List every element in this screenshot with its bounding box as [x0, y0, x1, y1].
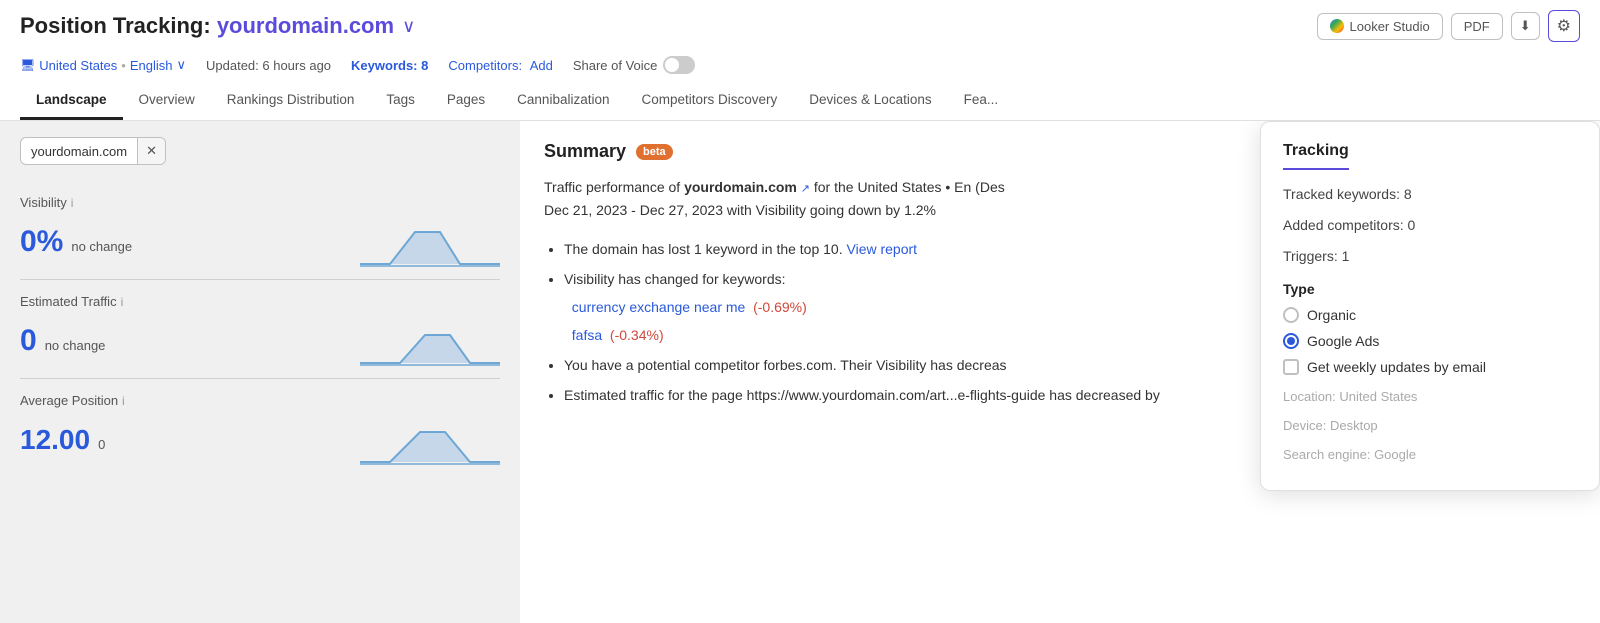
monitor-icon: 🖥 — [20, 58, 35, 72]
device-input: Device: Desktop — [1283, 414, 1577, 437]
tabs-row: Landscape Overview Rankings Distribution… — [20, 84, 1580, 120]
meta-row: 🖥 United States • English ∨ Updated: 6 h… — [20, 50, 1580, 84]
avg-position-change: 0 — [98, 437, 105, 452]
add-competitor-link[interactable]: Add — [530, 58, 553, 73]
beta-badge: beta — [636, 144, 673, 160]
visibility-sparkline — [360, 214, 500, 269]
tab-landscape[interactable]: Landscape — [20, 84, 123, 120]
keywords-count: Keywords: 8 — [351, 58, 428, 73]
location-label: United States — [39, 58, 117, 73]
looker-studio-button[interactable]: Looker Studio — [1317, 13, 1443, 40]
tab-overview[interactable]: Overview — [123, 84, 211, 120]
tab-features[interactable]: Fea... — [948, 84, 1015, 120]
google-ads-label: Google Ads — [1307, 333, 1379, 349]
language-label: English — [130, 58, 173, 73]
google-ads-radio-btn[interactable] — [1283, 333, 1299, 349]
triggers-row: Triggers: 1 — [1283, 246, 1577, 267]
domain-filter: yourdomain.com ✕ — [20, 137, 166, 165]
separator: • — [121, 58, 126, 73]
keyword2-link[interactable]: fafsa — [572, 327, 602, 343]
location-input: Location: United States — [1283, 385, 1577, 408]
avg-position-metric: Average Position i 12.00 0 — [20, 379, 500, 477]
page-title: Position Tracking: yourdomain.com — [20, 13, 394, 39]
avg-position-sparkline — [360, 412, 500, 467]
tab-rankings-distribution[interactable]: Rankings Distribution — [211, 84, 371, 120]
visibility-metric: Visibility i 0% no change — [20, 181, 500, 280]
share-of-voice: Share of Voice — [573, 56, 696, 74]
filter-domain-label: yourdomain.com — [21, 139, 137, 164]
external-link-icon: ↗ — [801, 183, 810, 195]
email-updates-label: Get weekly updates by email — [1307, 359, 1486, 375]
tab-pages[interactable]: Pages — [431, 84, 501, 120]
location-chevron: ∨ — [176, 57, 186, 73]
export-button[interactable]: ⬇ — [1511, 12, 1540, 40]
avg-position-value: 12.00 0 — [20, 424, 105, 456]
settings-icon: ⚙ — [1557, 18, 1571, 35]
change2-value: (-0.34%) — [610, 327, 664, 343]
traffic-sparkline — [360, 313, 500, 368]
tracking-panel-title: Tracking — [1283, 142, 1349, 170]
organic-radio-row[interactable]: Organic — [1283, 307, 1577, 323]
change1-value: (-0.69%) — [753, 299, 807, 315]
tab-competitors-discovery[interactable]: Competitors Discovery — [625, 84, 793, 120]
looker-label: Looker Studio — [1350, 19, 1430, 34]
visibility-label: Visibility — [20, 195, 67, 210]
added-competitors-row: Added competitors: 0 — [1283, 215, 1577, 236]
visibility-info-icon[interactable]: i — [71, 196, 74, 210]
type-section-title: Type — [1283, 281, 1577, 297]
right-panel: Summary beta Traffic performance of your… — [520, 121, 1600, 623]
tracked-keywords-row: Tracked keywords: 8 — [1283, 184, 1577, 205]
filter-close-button[interactable]: ✕ — [137, 138, 165, 164]
traffic-value: 0 no change — [20, 324, 105, 358]
avg-position-label: Average Position — [20, 393, 118, 408]
looker-icon — [1330, 19, 1344, 33]
visibility-value: 0% no change — [20, 225, 132, 259]
sov-toggle[interactable] — [663, 56, 695, 74]
traffic-change: no change — [45, 338, 106, 353]
main-content: yourdomain.com ✕ Visibility i 0% no chan… — [0, 121, 1600, 623]
domain-dropdown-arrow[interactable]: ∨ — [402, 16, 415, 37]
google-ads-radio-row[interactable]: Google Ads — [1283, 333, 1577, 349]
tab-tags[interactable]: Tags — [370, 84, 431, 120]
location-selector[interactable]: 🖥 United States • English ∨ — [20, 57, 186, 73]
export-icon: ⬇ — [1520, 18, 1531, 33]
keywords-count-value: 8 — [421, 58, 428, 73]
avg-position-info-icon[interactable]: i — [122, 394, 125, 408]
tab-cannibalization[interactable]: Cannibalization — [501, 84, 625, 120]
competitors-info: Competitors: Add — [448, 58, 552, 73]
settings-button[interactable]: ⚙ — [1548, 10, 1580, 42]
top-actions: Looker Studio PDF ⬇ ⚙ — [1317, 10, 1580, 42]
updated-label: Updated: 6 hours ago — [206, 58, 331, 73]
tracking-panel: Tracking Tracked keywords: 8 Added compe… — [1260, 121, 1600, 491]
email-updates-row[interactable]: Get weekly updates by email — [1283, 359, 1577, 375]
organic-radio-btn[interactable] — [1283, 307, 1299, 323]
domain-name: yourdomain.com — [217, 13, 394, 38]
summary-title: Summary — [544, 141, 626, 162]
organic-label: Organic — [1307, 307, 1356, 323]
email-updates-checkbox[interactable] — [1283, 359, 1299, 375]
search-engine-input: Search engine: Google — [1283, 443, 1577, 466]
keyword1-link[interactable]: currency exchange near me — [572, 299, 746, 315]
tab-devices-locations[interactable]: Devices & Locations — [793, 84, 947, 120]
pdf-label: PDF — [1464, 19, 1490, 34]
traffic-label: Estimated Traffic — [20, 294, 117, 309]
view-report-link[interactable]: View report — [847, 241, 918, 257]
left-panel: yourdomain.com ✕ Visibility i 0% no chan… — [0, 121, 520, 623]
pdf-button[interactable]: PDF — [1451, 13, 1503, 40]
title-prefix: Position Tracking: — [20, 13, 217, 38]
traffic-info-icon[interactable]: i — [121, 295, 124, 309]
estimated-traffic-metric: Estimated Traffic i 0 no change — [20, 280, 500, 379]
visibility-change: no change — [71, 239, 132, 254]
